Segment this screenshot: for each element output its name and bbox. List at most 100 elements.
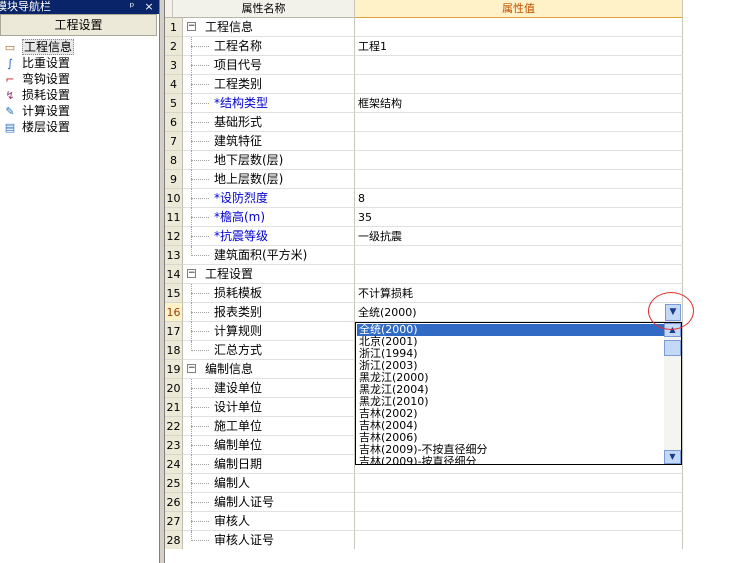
nav-item[interactable]: ✎ 计算设置 [2,103,70,119]
property-row[interactable]: 26 编制人证号 [165,493,683,512]
property-name-cell[interactable]: 报表类别 [183,303,355,322]
property-value-cell[interactable]: 工程1 [355,37,683,56]
property-name-label: *结构类型 [214,96,269,110]
tree-branch [191,426,209,428]
nav-item[interactable]: ⌐ 弯钩设置 [2,71,70,87]
property-name-cell[interactable]: 计算规则 [183,322,355,341]
property-name-cell[interactable]: 审核人 [183,512,355,531]
property-value-cell[interactable]: 一级抗震 [355,227,683,246]
property-value-cell[interactable] [355,56,683,75]
collapse-icon[interactable]: − [187,269,196,278]
property-row[interactable]: 14− 工程设置 [165,265,683,284]
column-header-value[interactable]: 属性值 [355,0,683,18]
column-header-name[interactable]: 属性名称 [173,0,355,18]
property-name-cell[interactable]: *檐高(m) [183,208,355,227]
property-name-cell[interactable]: *抗震等级 [183,227,355,246]
collapse-icon[interactable]: − [187,364,196,373]
property-name-cell[interactable]: 项目代号 [183,56,355,75]
property-value-cell[interactable] [355,493,683,512]
pin-icon[interactable]: ᵖ [126,0,138,14]
property-row[interactable]: 7 建筑特征 [165,132,683,151]
property-name-cell[interactable]: − 编制信息 [183,360,355,379]
property-value-cell[interactable] [355,474,683,493]
property-row[interactable]: 8 地下层数(层) [165,151,683,170]
property-name-cell[interactable]: − 工程设置 [183,265,355,284]
property-row[interactable]: 16 报表类别 全统(2000) ▼ [165,303,683,322]
scroll-down-icon[interactable]: ▼ [664,450,681,464]
property-name-cell[interactable]: 工程类别 [183,75,355,94]
property-name-cell[interactable]: 建设单位 [183,379,355,398]
property-row[interactable]: 12 *抗震等级 一级抗震 [165,227,683,246]
property-name-cell[interactable]: 工程名称 [183,37,355,56]
property-value-cell[interactable]: 35 [355,208,683,227]
tree-branch [191,464,209,466]
property-row[interactable]: 5 *结构类型 框架结构 [165,94,683,113]
property-row[interactable]: 15 损耗模板 不计算损耗 [165,284,683,303]
property-name-label: *抗震等级 [214,229,269,243]
property-value-cell[interactable] [355,151,683,170]
property-row[interactable]: 10 *设防烈度 8 [165,189,683,208]
scroll-thumb[interactable] [664,340,681,356]
property-row[interactable]: 25 编制人 [165,474,683,493]
close-icon[interactable]: × [143,0,155,14]
property-value-cell[interactable] [355,113,683,132]
row-number: 7 [165,132,183,151]
tree-branch [191,122,209,124]
property-name-cell[interactable]: 编制人 [183,474,355,493]
project-settings-tab[interactable]: 工程设置 [0,14,157,36]
property-value-cell[interactable] [355,170,683,189]
nav-item[interactable]: ▤ 楼层设置 [2,119,70,135]
dropdown-option[interactable]: 吉林(2009)-按直径细分 [357,456,665,465]
property-name-cell[interactable]: 地下层数(层) [183,151,355,170]
property-name-cell[interactable]: *设防烈度 [183,189,355,208]
tree-branch [191,65,209,67]
property-name-label: 审核人 [214,514,251,528]
property-value-cell[interactable]: 8 [355,189,683,208]
property-name-cell[interactable]: 编制人证号 [183,493,355,512]
property-value-cell[interactable]: 不计算损耗 [355,284,683,303]
property-name-cell[interactable]: 编制单位 [183,436,355,455]
property-name-cell[interactable]: − 工程信息 [183,18,355,37]
property-name-cell[interactable]: 基础形式 [183,113,355,132]
nav-item[interactable]: ↯ 损耗设置 [2,87,70,103]
property-name-cell[interactable]: 损耗模板 [183,284,355,303]
property-row[interactable]: 11 *檐高(m) 35 [165,208,683,227]
property-name-cell[interactable]: 编制日期 [183,455,355,474]
row-number: 5 [165,94,183,113]
dropdown-scrollbar[interactable]: ▲ ▼ [664,323,681,464]
row-number: 21 [165,398,183,417]
property-row[interactable]: 6 基础形式 [165,113,683,132]
property-value-cell[interactable]: 框架结构 [355,94,683,113]
property-name-cell[interactable]: 建筑面积(平方米) [183,246,355,265]
property-row[interactable]: 1− 工程信息 [165,18,683,37]
collapse-icon[interactable]: − [187,22,196,31]
property-value-cell[interactable] [355,531,683,550]
property-value-cell[interactable] [355,75,683,94]
report-type-dropdown-list[interactable]: 全统(2000) 北京(2001) 浙江(1994) 浙江(2003) 黑龙江(2000… [355,322,682,465]
property-row[interactable]: 4 工程类别 [165,75,683,94]
property-value-text: 全统(2000) [358,306,417,319]
property-row[interactable]: 3 项目代号 [165,56,683,75]
property-name-cell[interactable]: 施工单位 [183,417,355,436]
property-name-cell[interactable]: 地上层数(层) [183,170,355,189]
property-row[interactable]: 27 审核人 [165,512,683,531]
property-name-cell[interactable]: 设计单位 [183,398,355,417]
property-name-cell[interactable]: *结构类型 [183,94,355,113]
property-name-cell[interactable]: 审核人证号 [183,531,355,550]
property-value-cell[interactable]: 全统(2000) [355,303,683,322]
property-value-cell[interactable] [355,246,683,265]
tree-branch [191,103,209,105]
property-value-cell[interactable] [355,132,683,151]
nav-item[interactable]: ▭ 工程信息 [2,39,75,55]
tree-branch [191,407,209,409]
property-row[interactable]: 9 地上层数(层) [165,170,683,189]
property-row[interactable]: 2 工程名称 工程1 [165,37,683,56]
nav-item-label: 工程信息 [22,39,75,55]
property-name-cell[interactable]: 建筑特征 [183,132,355,151]
nav-item[interactable]: ∫ 比重设置 [2,55,70,71]
property-value-cell[interactable] [355,512,683,531]
property-name-cell[interactable]: 汇总方式 [183,341,355,360]
property-name-label: 报表类别 [214,305,263,319]
property-row[interactable]: 28 审核人证号 [165,531,683,550]
property-row[interactable]: 13 建筑面积(平方米) [165,246,683,265]
